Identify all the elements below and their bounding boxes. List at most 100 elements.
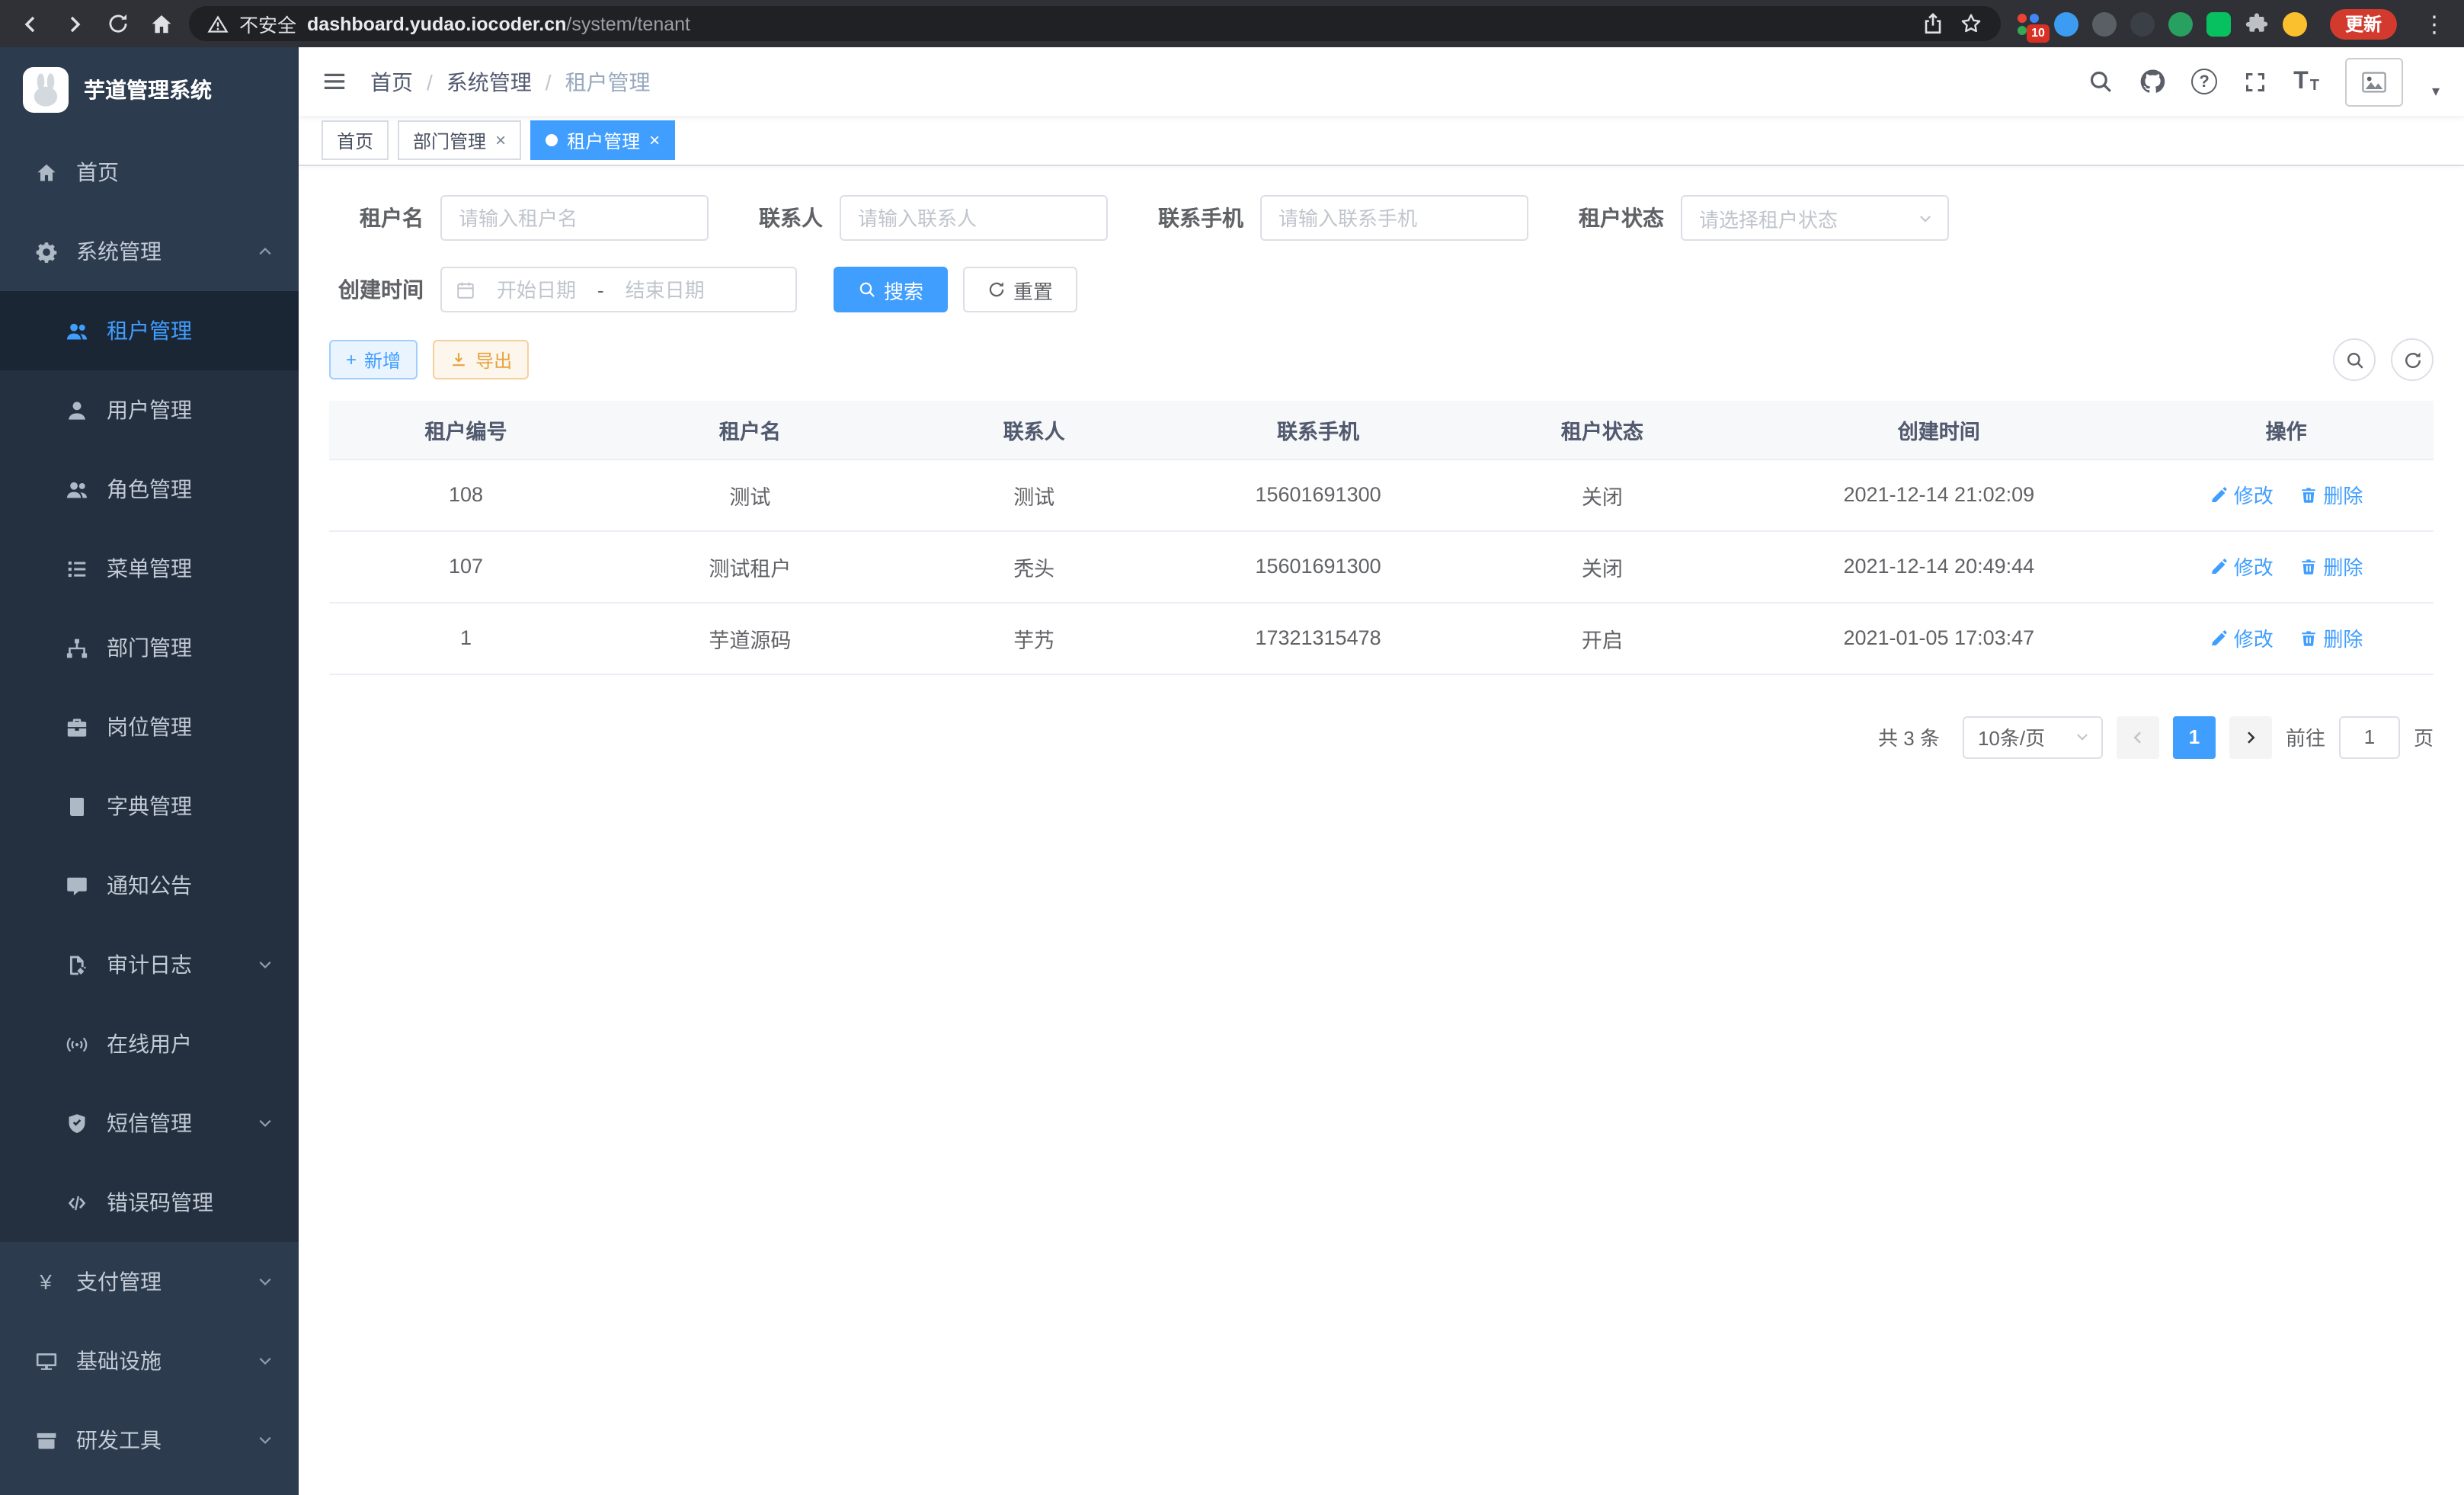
browser-reload-icon[interactable] (107, 12, 130, 35)
sidebar-item-user-management[interactable]: 用户管理 (0, 370, 299, 450)
reset-button[interactable]: 重置 (963, 267, 1077, 312)
calendar-icon (456, 280, 475, 299)
extension-icon[interactable] (2054, 11, 2078, 36)
tab-home[interactable]: 首页 (322, 120, 389, 160)
sidebar-item-post-management[interactable]: 岗位管理 (0, 687, 299, 767)
sidebar-item-payment-management[interactable]: ¥ 支付管理 (0, 1242, 299, 1321)
sidebar-item-dept-management[interactable]: 部门管理 (0, 608, 299, 687)
toggle-search-button[interactable] (2333, 338, 2376, 381)
tab-dept-management[interactable]: 部门管理 × (398, 120, 521, 160)
delete-link[interactable]: 删除 (2299, 480, 2363, 509)
close-icon[interactable]: × (495, 131, 506, 149)
sidebar-item-error-code-management[interactable]: 错误码管理 (0, 1163, 299, 1242)
comment-icon (64, 873, 88, 898)
sidebar-item-system-management[interactable]: 系统管理 (0, 212, 299, 291)
sidebar-item-dev-tools[interactable]: 研发工具 (0, 1401, 299, 1480)
status-label: 租户状态 (1579, 203, 1664, 233)
delete-link[interactable]: 删除 (2299, 552, 2363, 581)
browser-home-icon[interactable] (149, 11, 174, 36)
chevron-down-icon (256, 1114, 274, 1132)
tenant-name-label: 租户名 (329, 203, 424, 233)
phone-input[interactable] (1260, 195, 1528, 241)
help-icon[interactable]: ? (2191, 69, 2217, 94)
contact-input[interactable] (840, 195, 1108, 241)
sidebar-item-online-users[interactable]: 在线用户 (0, 1004, 299, 1084)
sidebar-item-notice[interactable]: 通知公告 (0, 846, 299, 925)
col-tenant-name: 租户名 (603, 401, 898, 459)
date-range-picker[interactable]: - (440, 267, 797, 312)
breadcrumb-home[interactable]: 首页 (370, 66, 413, 97)
goto-label: 前往 (2286, 722, 2325, 751)
security-label: 不安全 (239, 9, 296, 38)
sidebar-item-home[interactable]: 首页 (0, 133, 299, 212)
browser-menu-icon[interactable]: ⋮ (2423, 10, 2446, 37)
sidebar-item-menu-management[interactable]: 菜单管理 (0, 529, 299, 608)
url-bar[interactable]: 不安全 dashboard.yudao.iocoder.cn/system/te… (189, 6, 2001, 41)
sidebar-item-audit-log[interactable]: 审计日志 (0, 925, 299, 1004)
share-icon[interactable] (1922, 12, 1944, 35)
active-tab-dot (546, 134, 558, 146)
extension-badge: 10 (2027, 24, 2050, 42)
extension-icon[interactable] (2206, 11, 2231, 36)
tab-tenant-management[interactable]: 租户管理 × (530, 120, 675, 160)
edit-link[interactable]: 修改 (2210, 623, 2274, 652)
sidebar-item-role-management[interactable]: 角色管理 (0, 450, 299, 529)
col-phone: 联系手机 (1171, 401, 1466, 459)
add-button[interactable]: + 新增 (329, 340, 418, 379)
edit-link[interactable]: 修改 (2210, 480, 2274, 509)
bookmark-star-icon[interactable] (1960, 12, 1982, 35)
col-contact: 联系人 (898, 401, 1171, 459)
pagination: 共 3 条 10条/页 1 前往 页 (329, 715, 2434, 758)
font-size-icon[interactable]: TT (2293, 69, 2319, 94)
extensions-puzzle-icon[interactable] (2245, 11, 2269, 36)
profile-avatar-icon[interactable] (2283, 11, 2307, 36)
export-button[interactable]: 导出 (433, 340, 529, 379)
avatar[interactable] (2345, 57, 2403, 106)
sidebar-item-tenant-management[interactable]: 租户管理 (0, 291, 299, 370)
sidebar-item-dict-management[interactable]: 字典管理 (0, 767, 299, 846)
delete-link[interactable]: 删除 (2299, 623, 2363, 652)
breadcrumb-system[interactable]: 系统管理 (446, 66, 532, 97)
search-icon[interactable] (2088, 69, 2114, 94)
extension-icon[interactable] (2092, 11, 2117, 36)
code-icon (64, 1190, 88, 1215)
refresh-table-button[interactable] (2391, 338, 2434, 381)
table-row: 107 测试租户 秃头 15601691300 关闭 2021-12-14 20… (329, 530, 2434, 602)
user-icon (64, 398, 88, 422)
browser-back-icon[interactable] (18, 11, 43, 36)
fullscreen-icon[interactable] (2243, 69, 2267, 94)
browser-forward-icon[interactable] (62, 11, 87, 36)
extension-icon[interactable] (2168, 11, 2193, 36)
table-row: 1 芋道源码 芋艿 17321315478 开启 2021-01-05 17:0… (329, 602, 2434, 674)
breadcrumb-separator: / (427, 69, 433, 94)
browser-update-button[interactable]: 更新 (2330, 8, 2397, 39)
contact-label: 联系人 (759, 203, 823, 233)
chevron-down-icon (1917, 210, 1934, 226)
github-icon[interactable] (2139, 69, 2165, 94)
book-icon (64, 794, 88, 818)
tenant-name-input[interactable] (440, 195, 709, 241)
download-icon (450, 351, 468, 369)
extension-dots-icon[interactable]: 10 (2016, 11, 2040, 36)
date-end-input[interactable] (610, 277, 720, 303)
edit-link[interactable]: 修改 (2210, 552, 2274, 581)
prev-page-button[interactable] (2117, 715, 2159, 758)
close-icon[interactable]: × (649, 131, 660, 149)
current-page-button[interactable]: 1 (2173, 715, 2216, 758)
sidebar-item-infrastructure[interactable]: 基础设施 (0, 1321, 299, 1401)
table-header-row: 租户编号 租户名 联系人 联系手机 租户状态 创建时间 操作 (329, 401, 2434, 459)
menu-list-icon (64, 556, 88, 581)
status-select[interactable]: 请选择租户状态 (1681, 195, 1949, 241)
date-start-input[interactable] (482, 277, 591, 303)
goto-page-input[interactable] (2339, 715, 2400, 758)
sidebar-toggle-icon[interactable] (299, 69, 370, 94)
breadcrumb: 首页 / 系统管理 / 租户管理 (370, 66, 651, 97)
monitor-icon (34, 1349, 58, 1373)
sidebar-item-sms-management[interactable]: 短信管理 (0, 1084, 299, 1163)
extension-icon[interactable] (2130, 11, 2155, 36)
search-button[interactable]: 搜索 (834, 267, 948, 312)
page-size-select[interactable]: 10条/页 (1963, 715, 2103, 758)
tree-icon (64, 635, 88, 660)
next-page-button[interactable] (2229, 715, 2272, 758)
refresh-icon (987, 280, 1006, 299)
